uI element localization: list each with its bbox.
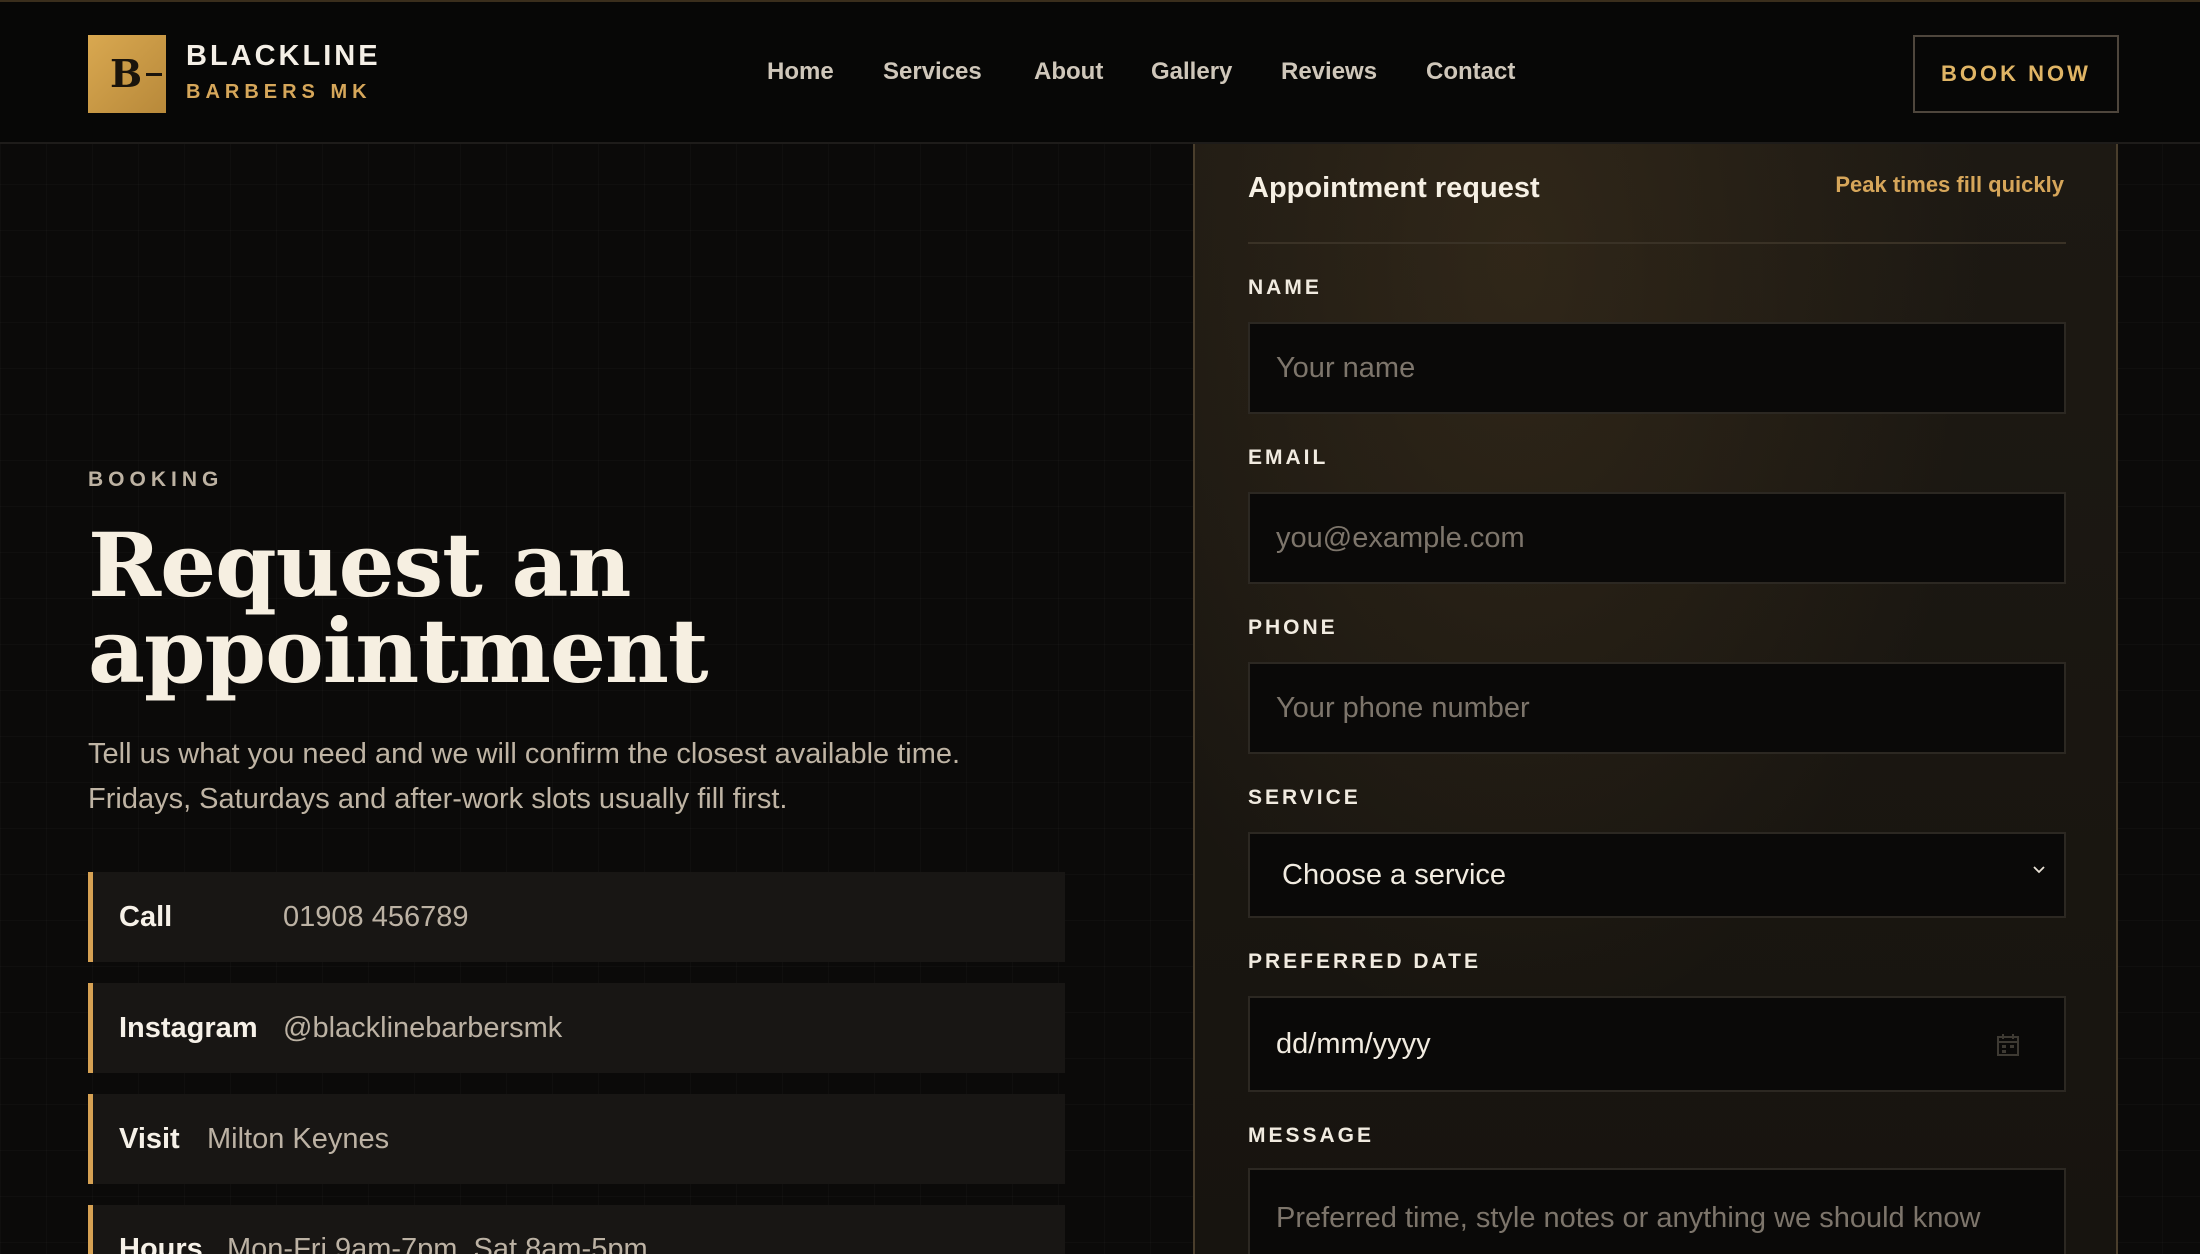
book-now-button[interactable]: BOOK NOW <box>1913 35 2119 113</box>
nav-reviews[interactable]: Reviews <box>1281 58 1377 86</box>
form-title: Appointment request <box>1248 172 1540 204</box>
contact-value: 01908 456789 <box>283 901 469 933</box>
contact-card-call[interactable]: Call 01908 456789 <box>88 872 1065 962</box>
page-title: Request an appointment <box>88 521 988 695</box>
nav-gallery[interactable]: Gallery <box>1151 58 1232 86</box>
service-label: SERVICE <box>1248 786 1361 809</box>
email-input[interactable] <box>1248 492 2066 584</box>
main-nav: Home Services About Gallery Reviews Cont… <box>0 58 2200 94</box>
nav-home[interactable]: Home <box>767 58 834 86</box>
service-selected-value: Choose a service <box>1282 859 1507 891</box>
email-label: EMAIL <box>1248 446 1329 469</box>
phone-label: PHONE <box>1248 616 1338 639</box>
contact-card-visit[interactable]: Visit Milton Keynes <box>88 1094 1065 1184</box>
divider <box>1248 242 2066 244</box>
title-line-2: appointment <box>88 599 709 703</box>
calendar-icon[interactable] <box>1996 1033 2020 1057</box>
peak-times-note: Peak times fill quickly <box>1835 172 2064 197</box>
date-label: PREFERRED DATE <box>1248 950 1481 973</box>
nav-services[interactable]: Services <box>883 58 982 86</box>
contact-key: Visit <box>119 1123 180 1155</box>
appointment-form-panel: Appointment request Peak times fill quic… <box>1193 144 2118 1254</box>
contact-card-instagram[interactable]: Instagram @blacklinebarbersmk <box>88 983 1065 1073</box>
contact-key: Call <box>119 901 173 933</box>
intro-text: Tell us what you need and we will confir… <box>88 732 1048 822</box>
phone-input[interactable] <box>1248 662 2066 754</box>
date-value: dd/mm/yyyy <box>1276 1028 1431 1060</box>
message-label: MESSAGE <box>1248 1124 1375 1147</box>
section-eyebrow: BOOKING <box>88 468 224 491</box>
name-input[interactable] <box>1248 322 2066 414</box>
intro-line-1: Tell us what you need and we will confir… <box>88 738 961 770</box>
preferred-date-input[interactable]: dd/mm/yyyy <box>1248 996 2066 1092</box>
nav-about[interactable]: About <box>1034 58 1103 86</box>
contact-value: @blacklinebarbersmk <box>283 1012 563 1044</box>
name-label: NAME <box>1248 276 1322 299</box>
contact-value: Milton Keynes <box>207 1123 390 1155</box>
nav-contact[interactable]: Contact <box>1426 58 1515 86</box>
site-header: B BLACKLINE BARBERS MK Home Services Abo… <box>0 0 2200 144</box>
service-select[interactable]: Choose a service <box>1248 832 2066 918</box>
message-textarea[interactable] <box>1248 1168 2066 1254</box>
contact-key: Hours <box>119 1233 203 1254</box>
contact-value: Mon-Fri 9am-7pm, Sat 8am-5pm <box>227 1233 648 1254</box>
chevron-down-icon <box>2033 866 2045 874</box>
intro-line-2: Fridays, Saturdays and after-work slots … <box>88 783 788 815</box>
contact-card-hours[interactable]: Hours Mon-Fri 9am-7pm, Sat 8am-5pm <box>88 1205 1065 1254</box>
contact-key: Instagram <box>119 1012 258 1044</box>
